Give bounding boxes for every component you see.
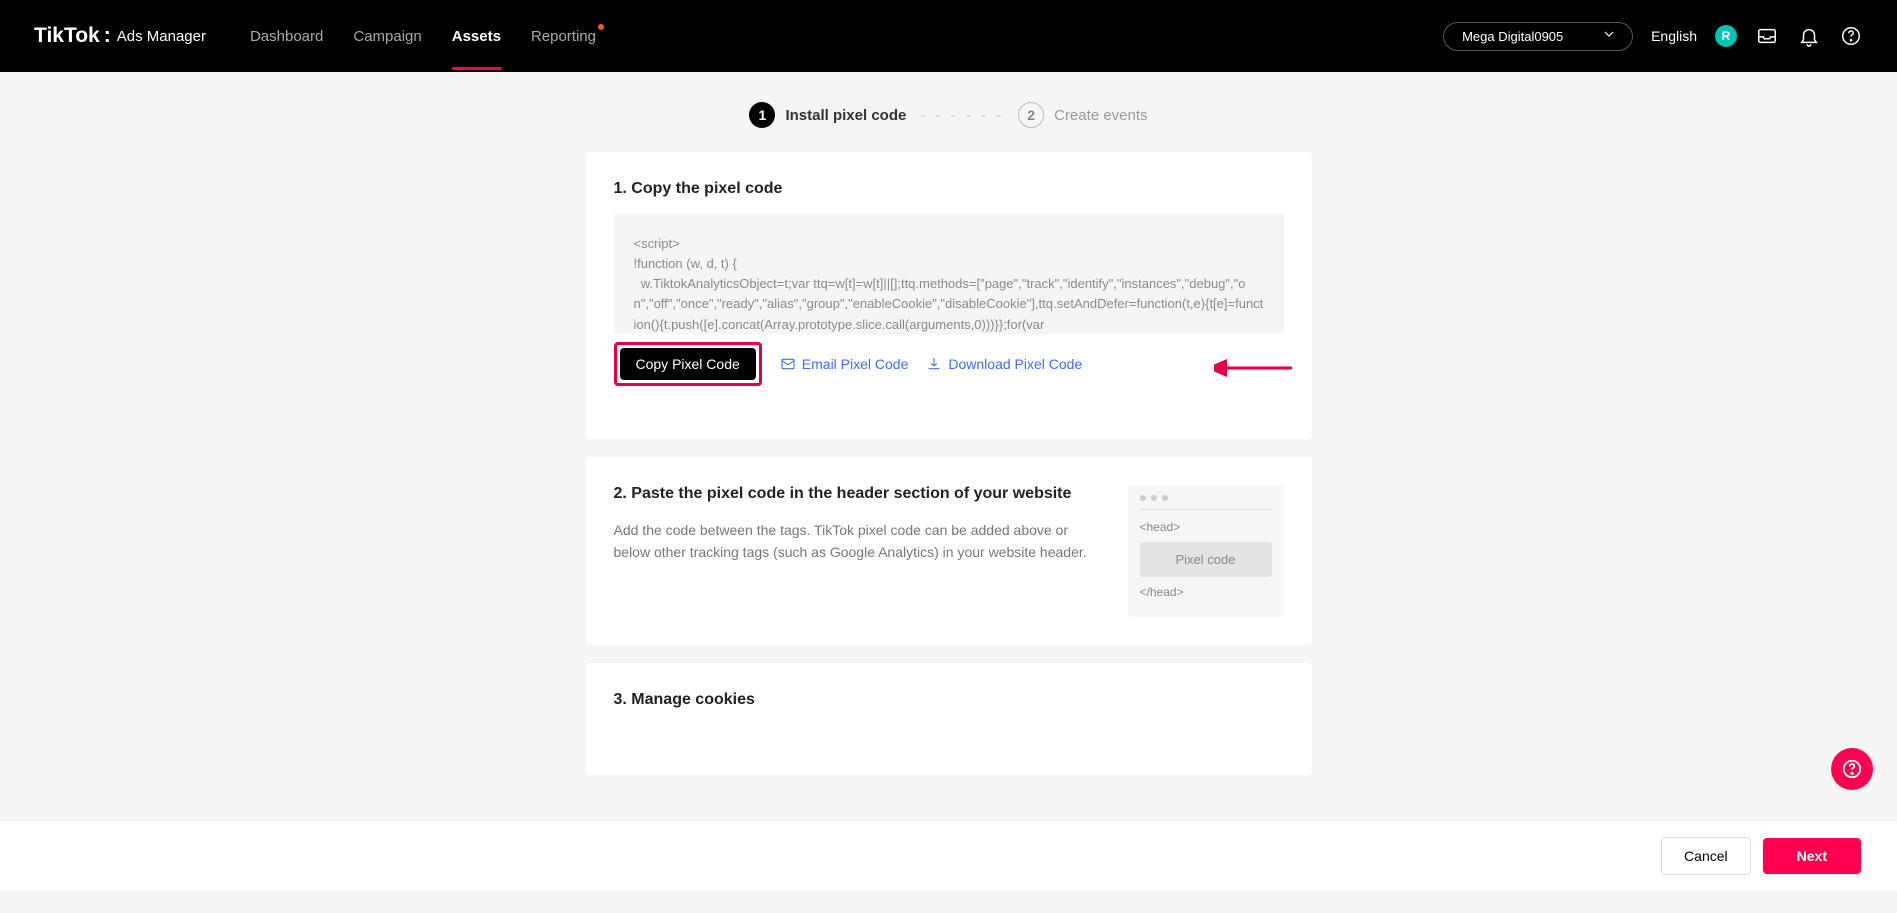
section2-title: 2. Paste the pixel code in the header se… (614, 485, 1088, 503)
section1-title: 1. Copy the pixel code (614, 180, 1284, 198)
nav-reporting[interactable]: Reporting (531, 28, 596, 45)
section2-desc: Add the code between the tags. TikTok pi… (614, 519, 1088, 564)
step-2: 2 Create events (1018, 102, 1147, 128)
card-paste-pixel: 2. Paste the pixel code in the header se… (586, 457, 1312, 645)
step-connector: - - - - - - (920, 107, 1004, 124)
pixel-code-text: <script> !function (w, d, t) { w.TiktokA… (634, 236, 1264, 332)
nav-reporting-label: Reporting (531, 28, 596, 45)
section3-title: 3. Manage cookies (614, 691, 1284, 709)
next-button[interactable]: Next (1763, 838, 1861, 874)
brand-sep: : (104, 24, 111, 48)
download-pixel-link[interactable]: Download Pixel Code (926, 356, 1082, 372)
mock-pixel-block: Pixel code (1140, 542, 1272, 577)
help-icon[interactable] (1839, 24, 1863, 48)
top-header: TikTok : Ads Manager Dashboard Campaign … (0, 0, 1897, 72)
download-pixel-label: Download Pixel Code (948, 356, 1082, 372)
help-fab[interactable] (1831, 748, 1873, 790)
header-right: Mega Digital0905 English R (1443, 22, 1863, 51)
main-nav: Dashboard Campaign Assets Reporting (250, 28, 596, 45)
account-selector[interactable]: Mega Digital0905 (1443, 22, 1633, 51)
avatar[interactable]: R (1715, 25, 1737, 47)
step-1-label: Install pixel code (785, 107, 906, 124)
email-pixel-label: Email Pixel Code (802, 356, 909, 372)
dot-icon (1140, 495, 1146, 501)
code-placement-mock: <head> Pixel code </head> (1128, 485, 1284, 617)
brand-sub: Ads Manager (117, 28, 206, 45)
chevron-down-icon (1604, 31, 1614, 41)
dot-icon (1151, 495, 1157, 501)
mock-head-close: </head> (1140, 585, 1272, 599)
pixel-code-box[interactable]: <script> !function (w, d, t) { w.TiktokA… (614, 214, 1284, 334)
step-2-circle: 2 (1018, 102, 1044, 128)
account-name: Mega Digital0905 (1462, 29, 1563, 44)
step-1: 1 Install pixel code (749, 102, 906, 128)
bell-icon[interactable] (1797, 24, 1821, 48)
email-pixel-link[interactable]: Email Pixel Code (780, 356, 909, 372)
step-2-label: Create events (1054, 107, 1147, 124)
inbox-icon[interactable] (1755, 24, 1779, 48)
step-1-circle: 1 (749, 102, 775, 128)
language-selector[interactable]: English (1651, 28, 1697, 44)
brand-logo[interactable]: TikTok : Ads Manager (34, 24, 206, 48)
cancel-button[interactable]: Cancel (1661, 837, 1751, 875)
nav-assets[interactable]: Assets (452, 28, 501, 45)
nav-campaign[interactable]: Campaign (353, 28, 421, 45)
main-content: 1. Copy the pixel code <script> !functio… (586, 152, 1312, 913)
mock-head-open: <head> (1140, 520, 1272, 534)
pixel-actions: Copy Pixel Code Email Pixel Code Downloa… (614, 342, 1284, 386)
mock-window-dots (1140, 495, 1272, 501)
stepper: 1 Install pixel code - - - - - - 2 Creat… (0, 102, 1897, 128)
arrow-annotation-icon (1214, 358, 1294, 378)
mock-divider (1140, 509, 1272, 510)
copy-pixel-button[interactable]: Copy Pixel Code (620, 348, 756, 380)
dot-icon (1162, 495, 1168, 501)
footer-bar: Cancel Next (0, 820, 1897, 890)
card-manage-cookies: 3. Manage cookies (586, 663, 1312, 775)
brand-main: TikTok (34, 24, 100, 48)
highlight-annotation: Copy Pixel Code (614, 342, 762, 386)
nav-dashboard[interactable]: Dashboard (250, 28, 323, 45)
notification-dot-icon (598, 24, 604, 30)
card-copy-pixel: 1. Copy the pixel code <script> !functio… (586, 152, 1312, 439)
